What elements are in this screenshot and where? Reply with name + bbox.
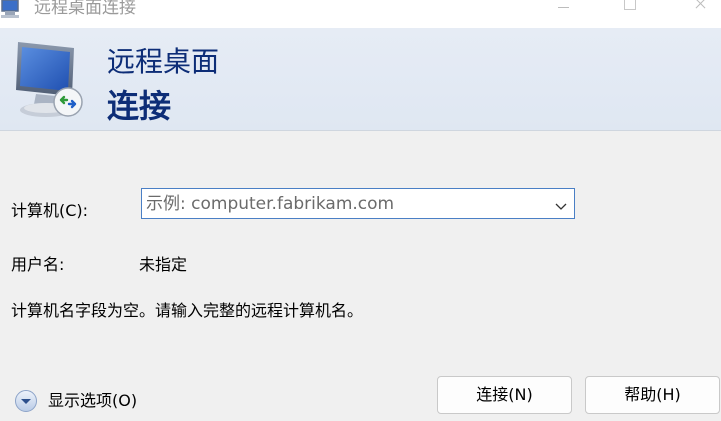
chevron-down-icon[interactable] bbox=[554, 197, 568, 210]
help-button[interactable]: 帮助(H) bbox=[585, 376, 720, 414]
remote-desktop-window: 远程桌面连接 远程桌面 连接 计算机(C): 示例: computer.fabr… bbox=[0, 0, 721, 421]
maximize-button[interactable] bbox=[607, 0, 653, 20]
show-options-label[interactable]: 显示选项(O) bbox=[48, 390, 137, 412]
banner-title-line1: 远程桌面 bbox=[107, 45, 220, 78]
expand-circle-icon[interactable] bbox=[14, 389, 38, 413]
connect-button[interactable]: 连接(N) bbox=[437, 376, 572, 414]
remote-desktop-app-icon bbox=[0, 0, 22, 20]
banner: 远程桌面 连接 bbox=[0, 28, 721, 131]
banner-title-line2: 连接 bbox=[107, 87, 172, 125]
username-value: 未指定 bbox=[139, 255, 188, 274]
close-button[interactable] bbox=[676, 0, 721, 20]
username-label: 用户名: bbox=[11, 255, 65, 274]
computer-combobox[interactable] bbox=[141, 188, 575, 219]
computer-input[interactable] bbox=[142, 189, 546, 218]
window-title: 远程桌面连接 bbox=[34, 0, 136, 18]
remote-desktop-monitor-icon bbox=[12, 38, 92, 122]
computer-label: 计算机(C): bbox=[11, 201, 89, 220]
status-message: 计算机名字段为空。请输入完整的远程计算机名。 bbox=[11, 301, 364, 320]
title-bar[interactable]: 远程桌面连接 bbox=[0, 0, 721, 28]
minimize-button[interactable] bbox=[545, 0, 591, 20]
